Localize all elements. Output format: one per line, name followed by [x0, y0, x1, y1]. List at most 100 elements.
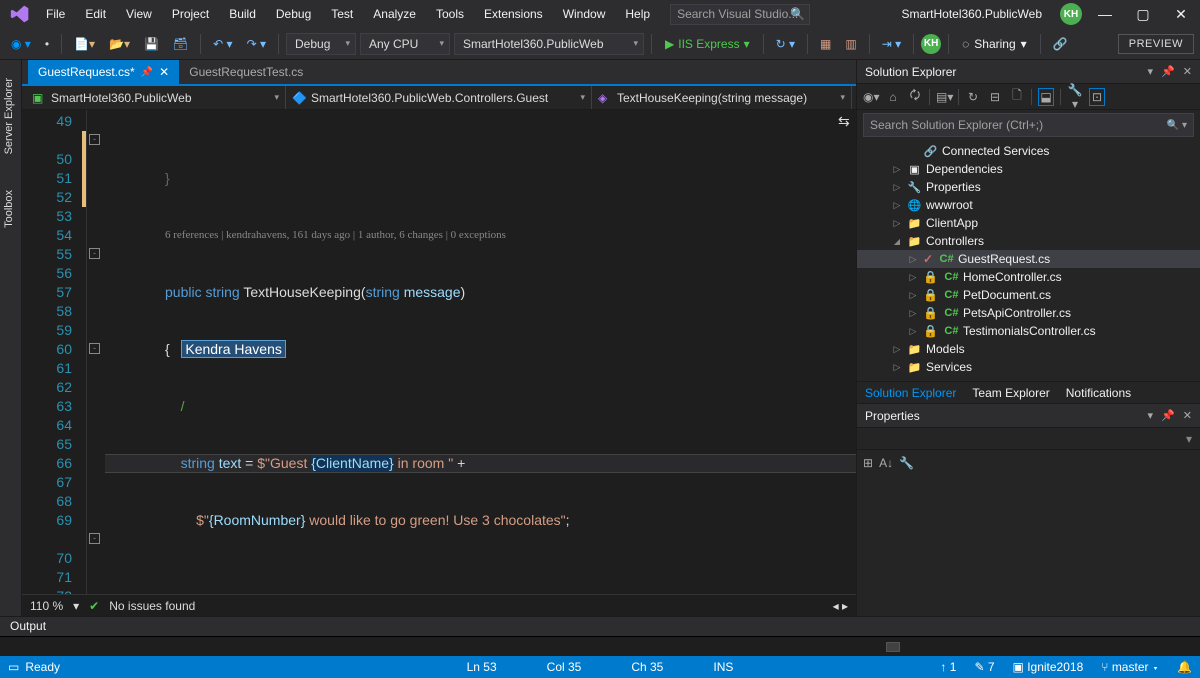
preview-selected-icon[interactable]: ⬓ [1038, 88, 1054, 106]
show-all-icon[interactable]: 🗋 [1009, 86, 1025, 107]
notifications-bell-icon[interactable]: 🔔 [1177, 660, 1192, 674]
close-button[interactable]: ✕ [1166, 6, 1196, 23]
tree-item[interactable]: 🔒C#PetsApiController.cs [857, 304, 1200, 322]
tree-item[interactable]: ✓C#GuestRequest.cs [857, 250, 1200, 268]
codelens[interactable]: 6 references | kendrahavens, 161 days ag… [105, 226, 856, 245]
tree-item[interactable]: 🔒C#PetDocument.cs [857, 286, 1200, 304]
toolbox-tab[interactable]: Toolbox [0, 182, 21, 236]
method-icon: ◈ [598, 91, 612, 105]
repository-name[interactable]: ▣ Ignite2018 [1013, 660, 1084, 674]
tree-item[interactable]: ▣Dependencies [857, 160, 1200, 178]
tab-team-explorer[interactable]: Team Explorer [964, 383, 1057, 403]
minimize-button[interactable]: — [1090, 6, 1120, 22]
menu-help[interactable]: Help [615, 3, 660, 25]
redo-button[interactable]: ↷ ▾ [242, 34, 271, 54]
dropdown-icon[interactable]: ▾ [1148, 65, 1154, 78]
pin-icon[interactable]: 📌 [1161, 409, 1175, 422]
tool-icon[interactable]: ▥ [840, 34, 861, 54]
menu-extensions[interactable]: Extensions [474, 3, 553, 25]
collapse-icon[interactable]: ⊟ [987, 90, 1003, 104]
split-icon[interactable]: ⇆ [838, 112, 852, 131]
view-code-icon[interactable]: ⊡ [1089, 88, 1105, 106]
tree-item[interactable]: 📁Services [857, 358, 1200, 376]
doc-tab[interactable]: GuestRequestTest.cs [179, 60, 313, 84]
sync-icon[interactable]: 🗘 [907, 86, 923, 107]
menu-test[interactable]: Test [321, 3, 363, 25]
browser-link-icon[interactable]: ▦ [815, 34, 836, 54]
tree-item[interactable]: 📁Models [857, 340, 1200, 358]
menu-debug[interactable]: Debug [266, 3, 321, 25]
step-icon[interactable]: ⇥ ▾ [877, 34, 906, 54]
zoom-level[interactable]: 110 % [30, 599, 63, 613]
sort-icon[interactable]: A↓ [879, 456, 893, 470]
solution-tree[interactable]: 🔗Connected Services▣Dependencies🔧Propert… [857, 140, 1200, 381]
close-icon[interactable]: ✕ [1183, 65, 1192, 78]
tree-item[interactable]: 🔗Connected Services [857, 142, 1200, 160]
pin-icon[interactable]: 📌 [141, 67, 153, 78]
tree-item[interactable]: 🔧Properties [857, 178, 1200, 196]
pin-icon[interactable]: 📌 [1161, 65, 1175, 78]
live-share-avatar[interactable]: KH [921, 34, 941, 54]
new-project-button[interactable]: 📄▾ [69, 34, 100, 54]
run-button[interactable]: ▶ IIS Express ▾ [659, 35, 756, 53]
status-ready: Ready [25, 660, 60, 674]
menu-edit[interactable]: Edit [75, 3, 116, 25]
home-icon[interactable]: ⌂ [885, 90, 901, 104]
solution-explorer-search[interactable]: Search Solution Explorer (Ctrl+;) [863, 113, 1194, 137]
platform-combo[interactable]: Any CPU [360, 33, 450, 55]
open-file-button[interactable]: 📂▾ [104, 34, 135, 54]
sharing-button[interactable]: ◌ Sharing ▾ [956, 37, 1033, 51]
editor-panel: GuestRequest.cs*📌✕GuestRequestTest.cs ▣S… [22, 60, 856, 616]
properties-icon[interactable]: 🔧▾ [1067, 83, 1083, 111]
tab-solution-explorer[interactable]: Solution Explorer [857, 383, 964, 403]
side-tab-well: Server Explorer Toolbox [0, 60, 22, 616]
menu-view[interactable]: View [116, 3, 162, 25]
user-avatar[interactable]: KH [1060, 3, 1082, 25]
code-editor[interactable]: 4950515253545556575859606162636465666768… [22, 110, 856, 594]
categorize-icon[interactable]: ⊞ [863, 456, 873, 470]
title-bar: FileEditViewProjectBuildDebugTestAnalyze… [0, 0, 1200, 28]
menu-build[interactable]: Build [219, 3, 266, 25]
output-window-tab[interactable]: Output [0, 616, 1200, 636]
back-history-icon[interactable]: ◉▾ [863, 90, 879, 104]
close-icon[interactable]: ✕ [1183, 409, 1192, 422]
save-button[interactable]: 💾 [139, 34, 164, 54]
dropdown-icon[interactable]: ▾ [1148, 409, 1154, 422]
pending-changes-icon[interactable]: ✎ 7 [974, 660, 994, 674]
wrench-icon[interactable]: 🔧 [899, 456, 914, 470]
nav-forward-button[interactable]: • [40, 34, 54, 54]
nav-project-combo[interactable]: ▣SmartHotel360.PublicWeb [26, 86, 286, 109]
tree-item[interactable]: 📁Controllers [857, 232, 1200, 250]
tree-item[interactable]: 🔒C#TestimonialsController.cs [857, 322, 1200, 340]
menu-analyze[interactable]: Analyze [363, 3, 426, 25]
refresh-icon[interactable]: ↻ ▾ [771, 34, 800, 54]
save-all-button[interactable]: 🗃 [168, 34, 193, 54]
menu-window[interactable]: Window [553, 3, 616, 25]
quick-launch-search[interactable]: Search Visual Studio...🔍 [670, 4, 810, 25]
menu-file[interactable]: File [36, 3, 75, 25]
tree-item[interactable]: 🌐wwwroot [857, 196, 1200, 214]
menu-project[interactable]: Project [162, 3, 219, 25]
configuration-combo[interactable]: Debug [286, 33, 356, 55]
tree-item[interactable]: 🔒C#HomeController.cs [857, 268, 1200, 286]
doc-tab[interactable]: GuestRequest.cs*📌✕ [28, 60, 179, 84]
menu-tools[interactable]: Tools [426, 3, 474, 25]
horizontal-scrollbar[interactable] [0, 636, 1200, 656]
server-explorer-tab[interactable]: Server Explorer [0, 70, 21, 162]
tree-item[interactable]: 📁ClientApp [857, 214, 1200, 232]
refresh-icon[interactable]: ↻ [965, 90, 981, 104]
maximize-button[interactable]: ▢ [1128, 6, 1158, 23]
status-ins: INS [713, 660, 733, 674]
nav-class-combo[interactable]: 🔷SmartHotel360.PublicWeb.Controllers.Gue… [286, 86, 592, 109]
filter-icon[interactable]: ▤▾ [936, 90, 952, 104]
tab-notifications[interactable]: Notifications [1058, 383, 1139, 403]
close-icon[interactable]: ✕ [159, 65, 169, 79]
undo-button[interactable]: ↶ ▾ [208, 34, 237, 54]
nav-back-button[interactable]: ◉ ▾ [6, 34, 36, 54]
startup-project-combo[interactable]: SmartHotel360.PublicWeb [454, 33, 644, 55]
feedback-icon[interactable]: 🔗 [1048, 34, 1073, 54]
branch-name[interactable]: ⑂ master ▾ [1101, 660, 1159, 674]
nav-member-combo[interactable]: ◈TextHouseKeeping(string message) [592, 86, 852, 109]
publish-icon[interactable]: ↑ 1 [940, 660, 956, 674]
document-tabs: GuestRequest.cs*📌✕GuestRequestTest.cs [22, 60, 856, 86]
